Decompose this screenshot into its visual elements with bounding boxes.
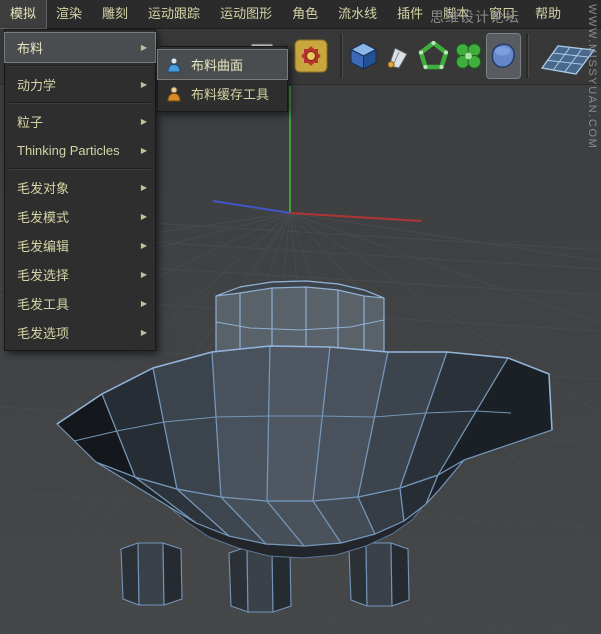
menu-item-label: Thinking Particles bbox=[17, 143, 120, 158]
pen-tool-icon bbox=[387, 47, 408, 69]
axis-z-blue bbox=[212, 200, 291, 214]
menu-item-hair-edit[interactable]: 毛发编辑 ▶ bbox=[5, 231, 155, 260]
toolbar-divider bbox=[340, 34, 343, 78]
menu-item-label: 毛发工具 bbox=[17, 297, 70, 312]
toolbar-button-simulation[interactable] bbox=[288, 34, 334, 78]
menu-item-label: 粒子 bbox=[17, 115, 44, 130]
toolbar-button-sculpt[interactable] bbox=[486, 33, 521, 79]
menu-item-hair-options[interactable]: 毛发选项 ▶ bbox=[5, 318, 155, 347]
bowl-mesh[interactable] bbox=[56, 345, 553, 559]
cloth-surface-figure-icon bbox=[167, 57, 181, 72]
menubar-item-render[interactable]: 渲染 bbox=[46, 0, 92, 28]
submenu-arrow-icon: ▶ bbox=[140, 212, 147, 221]
submenu-arrow-icon: ▶ bbox=[140, 270, 147, 279]
menu-item-label: 动力学 bbox=[17, 78, 57, 93]
cube-primitive-icon bbox=[349, 42, 378, 70]
simulate-menu-dropdown: 布料 ▶ 动力学 ▶ 粒子 ▶ Thinking Particles ▶ 毛发对… bbox=[4, 29, 156, 351]
mograph-clover-icon bbox=[455, 43, 482, 69]
menu-item-label: 毛发模式 bbox=[17, 210, 70, 225]
menu-separator bbox=[5, 62, 155, 70]
submenu-arrow-icon: ▶ bbox=[140, 43, 147, 52]
menu-separator bbox=[5, 99, 155, 107]
submenu-item-cloth-surface[interactable]: 布料曲面 bbox=[157, 49, 288, 80]
inner-cup-mesh[interactable] bbox=[215, 280, 385, 353]
toolbar-divider bbox=[526, 34, 529, 78]
submenu-item-label: 布料曲面 bbox=[191, 58, 244, 73]
submenu-item-label: 布料缓存工具 bbox=[191, 87, 270, 102]
submenu-arrow-icon: ▶ bbox=[140, 328, 147, 337]
site-watermark-text: WWW.MISSYUAN.COM bbox=[586, 4, 598, 150]
menubar-item-sculpt[interactable]: 雕刻 bbox=[92, 0, 138, 28]
explosion-burst-icon bbox=[294, 39, 328, 73]
toolbar-button-pen[interactable] bbox=[382, 34, 415, 78]
menu-item-cloth[interactable]: 布料 ▶ bbox=[4, 32, 156, 63]
submenu-arrow-icon: ▶ bbox=[140, 146, 147, 155]
submenu-arrow-icon: ▶ bbox=[140, 80, 147, 89]
menu-item-particles[interactable]: 粒子 ▶ bbox=[5, 107, 155, 136]
menu-item-hair-mode[interactable]: 毛发模式 ▶ bbox=[5, 202, 155, 231]
toolbar-button-cube[interactable] bbox=[347, 34, 380, 78]
sculpt-blob-icon bbox=[491, 43, 515, 68]
submenu-arrow-icon: ▶ bbox=[140, 241, 147, 250]
menubar-item-help[interactable]: 帮助 bbox=[525, 0, 571, 28]
menu-item-dynamics[interactable]: 动力学 ▶ bbox=[5, 70, 155, 99]
menu-item-label: 毛发编辑 bbox=[17, 239, 70, 254]
menu-item-label: 毛发对象 bbox=[17, 181, 70, 196]
toolbar-button-ngon[interactable] bbox=[417, 34, 450, 78]
submenu-arrow-icon: ▶ bbox=[140, 117, 147, 126]
menu-item-hair-objects[interactable]: 毛发对象 ▶ bbox=[5, 173, 155, 202]
menu-item-label: 毛发选项 bbox=[17, 326, 70, 341]
menubar-item-motion-tracking[interactable]: 运动跟踪 bbox=[138, 0, 210, 28]
submenu-arrow-icon: ▶ bbox=[140, 299, 147, 308]
cloth-cache-figure-icon bbox=[167, 86, 181, 101]
menubar-item-mograph[interactable]: 运动图形 bbox=[210, 0, 282, 28]
menubar-item-pipeline[interactable]: 流水线 bbox=[328, 0, 387, 28]
forum-watermark-text: 思维设计论坛 bbox=[430, 9, 520, 25]
toolbar-button-mograph[interactable] bbox=[452, 34, 485, 78]
menubar-item-plugins[interactable]: 插件 bbox=[387, 0, 433, 28]
menu-item-hair-select[interactable]: 毛发选择 ▶ bbox=[5, 260, 155, 289]
menu-item-thinking-particles[interactable]: Thinking Particles ▶ bbox=[5, 136, 155, 165]
submenu-item-cloth-cache-tool[interactable]: 布料缓存工具 bbox=[158, 79, 287, 108]
menu-item-label: 毛发选择 bbox=[17, 268, 70, 283]
menubar-item-character[interactable]: 角色 bbox=[282, 0, 328, 28]
cloth-submenu: 布料曲面 布料缓存工具 bbox=[157, 46, 288, 112]
menu-item-hair-tools[interactable]: 毛发工具 ▶ bbox=[5, 289, 155, 318]
submenu-arrow-icon: ▶ bbox=[140, 183, 147, 192]
ngon-spline-icon bbox=[418, 40, 449, 70]
menu-item-label: 布料 bbox=[17, 41, 44, 56]
menubar-item-simulate[interactable]: 模拟 bbox=[0, 0, 48, 29]
menu-separator bbox=[5, 165, 155, 173]
